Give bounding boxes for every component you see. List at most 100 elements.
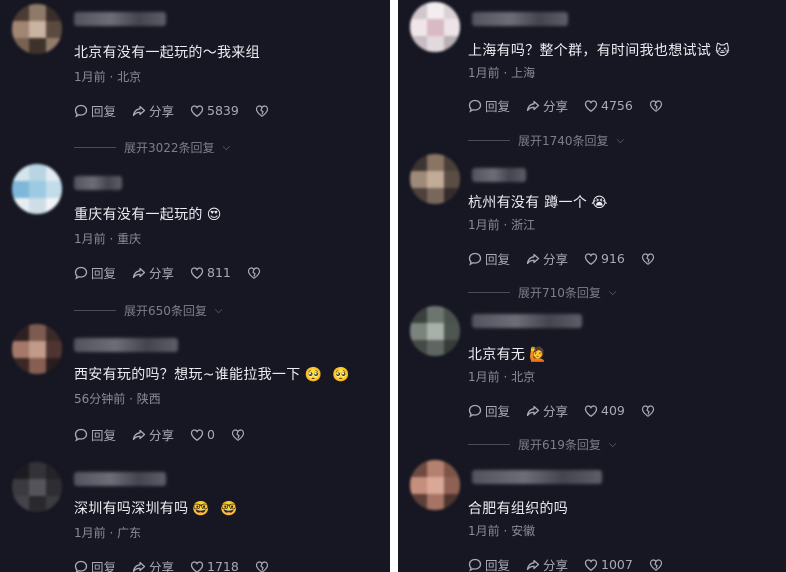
left-comment-panel: 北京有没有一起玩的～我来组 1月前 · 北京 回复 分享 5839 展开3022…	[0, 0, 390, 572]
broken-heart-icon	[255, 560, 269, 572]
expand-replies-button[interactable]: 展开619条回复 ⌵	[468, 436, 617, 453]
reply-button[interactable]: 回复	[468, 555, 510, 572]
dislike-button[interactable]	[649, 99, 663, 113]
reply-button[interactable]: 回复	[74, 425, 116, 444]
chevron-down-icon: ⌵	[214, 305, 223, 316]
nerd-emoji-icon: 🤓	[192, 501, 211, 517]
reply-button[interactable]: 回复	[74, 263, 116, 282]
reply-button[interactable]: 回复	[468, 249, 510, 268]
share-button[interactable]: 分享	[132, 557, 174, 572]
avatar[interactable]	[410, 460, 460, 510]
dislike-button[interactable]	[649, 558, 663, 572]
reply-button[interactable]: 回复	[468, 96, 510, 115]
expand-replies-button[interactable]: 展开650条回复 ⌵	[74, 302, 223, 319]
dislike-button[interactable]	[641, 252, 655, 266]
comment-bubble-icon	[74, 560, 88, 572]
like-button[interactable]: 1007	[584, 557, 633, 572]
comment-bubble-icon	[468, 252, 482, 266]
like-button[interactable]: 0	[190, 427, 215, 442]
share-button[interactable]: 分享	[132, 101, 174, 120]
comment-meta: 1月前 · 广东	[74, 526, 142, 540]
comment-actions: 回复 分享 1007	[468, 555, 663, 572]
share-arrow-icon	[526, 252, 540, 266]
share-button[interactable]: 分享	[526, 96, 568, 115]
like-count: 916	[601, 251, 625, 266]
raised-hands-emoji-icon: 🙋	[529, 347, 547, 363]
dislike-button[interactable]	[247, 266, 261, 280]
divider-line	[74, 310, 116, 311]
comment-text: 合肥有组织的吗	[468, 501, 569, 517]
avatar[interactable]	[410, 306, 460, 356]
expand-replies-button[interactable]: 展开3022条回复 ⌵	[74, 139, 230, 156]
like-button[interactable]: 409	[584, 403, 625, 418]
avatar[interactable]	[12, 164, 62, 214]
comment-meta: 1月前 · 北京	[74, 70, 142, 84]
divider-line	[468, 444, 510, 445]
comment-bubble-icon	[468, 558, 482, 572]
expand-replies-button[interactable]: 展开710条回复 ⌵	[468, 284, 617, 301]
broken-heart-icon	[641, 252, 655, 266]
comment-meta: 1月前 · 安徽	[468, 524, 536, 538]
comment-meta: 1月前 · 北京	[468, 370, 536, 384]
username-blurred[interactable]	[74, 12, 166, 26]
dislike-button[interactable]	[231, 428, 245, 442]
share-button[interactable]: 分享	[526, 555, 568, 572]
dislike-button[interactable]	[641, 404, 655, 418]
comment-actions: 回复 分享 4756	[468, 96, 663, 115]
like-count: 4756	[601, 98, 633, 113]
username-blurred[interactable]	[472, 470, 602, 484]
dislike-button[interactable]	[255, 104, 269, 118]
heart-eyes-emoji-icon: 😍	[206, 207, 222, 223]
divider-line	[74, 147, 116, 148]
chevron-down-icon: ⌵	[222, 142, 231, 153]
like-count: 1007	[601, 557, 633, 572]
avatar[interactable]	[12, 324, 62, 374]
username-blurred[interactable]	[472, 168, 526, 182]
avatar[interactable]	[410, 154, 460, 204]
share-button[interactable]: 分享	[526, 249, 568, 268]
dislike-button[interactable]	[255, 560, 269, 572]
divider-line	[468, 292, 510, 293]
heart-icon	[584, 558, 598, 572]
heart-icon	[190, 266, 204, 280]
like-button[interactable]: 5839	[190, 103, 239, 118]
like-button[interactable]: 811	[190, 265, 231, 280]
pleading-emoji-icon: 🥺	[332, 367, 350, 383]
chevron-down-icon: ⌵	[608, 287, 617, 298]
avatar[interactable]	[410, 2, 460, 52]
share-button[interactable]: 分享	[526, 401, 568, 420]
comment-bubble-icon	[74, 266, 88, 280]
username-blurred[interactable]	[472, 12, 568, 26]
expand-replies-button[interactable]: 展开1740条回复 ⌵	[468, 132, 624, 149]
reply-button[interactable]: 回复	[468, 401, 510, 420]
comment-meta: 1月前 · 浙江	[468, 218, 536, 232]
reply-button[interactable]: 回复	[74, 101, 116, 120]
avatar[interactable]	[12, 462, 62, 512]
username-blurred[interactable]	[74, 472, 166, 486]
share-button[interactable]: 分享	[132, 425, 174, 444]
like-button[interactable]: 1718	[190, 559, 239, 572]
nerd-emoji-icon: 🤓	[220, 501, 238, 517]
broken-heart-icon	[255, 104, 269, 118]
crying-emoji-icon: 😭	[591, 195, 608, 211]
chevron-down-icon: ⌵	[616, 135, 625, 146]
comment-actions: 回复 分享 811	[74, 263, 261, 282]
like-button[interactable]: 4756	[584, 98, 633, 113]
username-blurred[interactable]	[472, 314, 582, 328]
share-arrow-icon	[132, 104, 146, 118]
heart-icon	[190, 104, 204, 118]
share-button[interactable]: 分享	[132, 263, 174, 282]
reply-button[interactable]: 回复	[74, 557, 116, 572]
like-button[interactable]: 916	[584, 251, 625, 266]
like-count: 1718	[207, 559, 239, 572]
comment-bubble-icon	[468, 99, 482, 113]
avatar[interactable]	[12, 4, 62, 54]
share-arrow-icon	[526, 99, 540, 113]
pleading-emoji-icon: 🥺	[304, 367, 323, 383]
comment-actions: 回复 分享 409	[468, 401, 655, 420]
username-blurred[interactable]	[74, 338, 178, 352]
comment-text: 北京有无 🙋	[468, 347, 547, 363]
heart-icon	[584, 99, 598, 113]
username-blurred[interactable]	[74, 176, 122, 190]
comment-text: 北京有没有一起玩的～我来组	[74, 45, 260, 61]
